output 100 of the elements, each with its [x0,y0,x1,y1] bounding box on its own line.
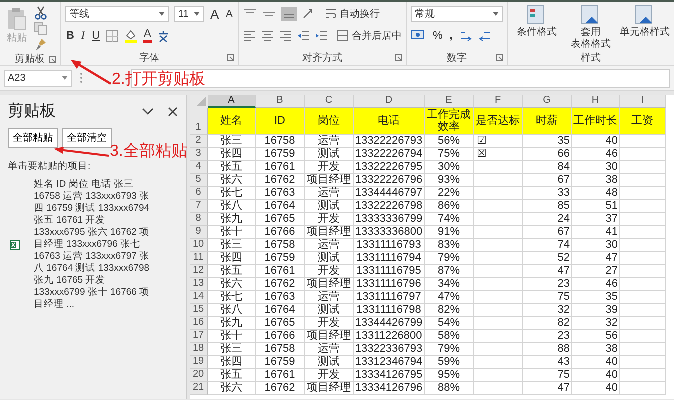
table-cell [474,252,523,265]
table-cell: 40 [572,135,620,148]
row-header[interactable]: 6 [190,187,208,200]
table-cell: 30% [425,161,474,174]
column-header[interactable]: E [425,95,474,108]
name-box[interactable]: A23 [4,70,72,86]
table-cell: 运营 [305,135,354,148]
launcher-icon[interactable] [226,54,234,61]
column-header[interactable]: H [572,95,620,108]
accounting-icon[interactable] [411,30,427,42]
column-header[interactable]: C [305,95,354,108]
row-header[interactable]: 5 [190,174,208,187]
shrink-font-button[interactable]: A [225,8,234,20]
header-cell: 岗位 [305,108,354,135]
table-cell [474,200,523,213]
table-cell: 83% [425,239,474,252]
launcher-icon[interactable] [49,56,56,63]
row-header[interactable]: 8 [190,213,208,226]
row-header[interactable]: 17 [190,330,208,343]
increase-decimal-icon[interactable] [458,30,473,42]
table-cell: 16761 [256,265,305,278]
table-cell: 47% [425,291,474,304]
style-button[interactable]: 单元格样式 [620,5,670,39]
pane-button[interactable]: 全部清空 [62,128,112,148]
row-header[interactable]: 3 [190,148,208,161]
pane-button[interactable]: 全部粘贴 [8,128,58,148]
column-header[interactable]: B [256,95,305,108]
row-header[interactable]: 7 [190,200,208,213]
phonetic-icon[interactable] [157,30,170,42]
row-header[interactable]: 16 [190,317,208,330]
group-label: 对齐方式 [302,52,342,64]
align-center-icon[interactable] [260,30,274,42]
align-left-icon[interactable] [242,30,256,42]
number-format-dropdown[interactable]: 常规 [411,6,503,22]
close-icon[interactable] [168,106,178,116]
align-right-icon[interactable] [278,30,292,42]
font-size-dropdown[interactable]: 11 [174,6,204,22]
border-icon[interactable] [106,30,120,42]
table-cell: 93% [425,174,474,187]
style-button[interactable]: 套用 表格格式 [566,5,616,51]
row-header[interactable]: 1 [190,108,208,135]
row-header[interactable]: 19 [190,356,208,369]
table-cell [474,304,523,317]
launcher-icon[interactable] [395,54,402,61]
table-cell: 23 [523,330,572,343]
table-cell: 34% [425,278,474,291]
style-button[interactable]: 条件格式 [512,5,562,39]
bold-button[interactable]: B [65,30,76,42]
table-cell: 47 [572,252,620,265]
row-header[interactable]: 9 [190,226,208,239]
table-cell: 22% [425,187,474,200]
table-cell: 30 [572,161,620,174]
underline-button[interactable]: U [91,30,102,42]
row-header[interactable]: 14 [190,291,208,304]
row-header[interactable]: 18 [190,343,208,356]
more-icon[interactable] [80,72,83,84]
wrap-text-button[interactable]: 自动换行 [324,7,380,21]
font-color-button[interactable]: A [143,29,152,43]
column-header[interactable]: A [208,95,256,108]
chevron-icon[interactable] [142,108,154,116]
column-header[interactable]: D [354,95,425,108]
table-cell [620,213,666,226]
table-cell: 16766 [256,330,305,343]
table-cell [474,213,523,226]
merge-center-button[interactable]: 合并后居中 [336,29,402,43]
clipboard-item[interactable]: 姓名 ID 岗位 电话 张三 16758 运营 133xxx6793 张四 16759 测试 133xxx6794 张五 16761 开发 133xxx6795 张六 16762 项目经理 133xxx6796 张七 16763 运营 133xxx6797 张八 16764 测试 133xxx6798 张九 16765 开发 133xxx6799 张十 16766 项目经理 ... [34,179,152,311]
grow-font-button[interactable]: A [209,6,220,22]
decrease-decimal-icon[interactable] [478,30,492,42]
table-cell: 测试 [305,356,354,369]
row-header[interactable]: 12 [190,265,208,278]
row-header[interactable]: 21 [190,382,208,395]
table-cell: 47 [523,382,572,395]
wrap-text-icon [324,8,337,20]
percent-button[interactable]: % [432,30,444,42]
column-header[interactable]: G [523,95,572,108]
decrease-indent-icon[interactable] [296,30,310,42]
font-name-dropdown[interactable]: 等线 [65,6,170,22]
table-cell [620,382,666,395]
table-cell: 16762 [256,174,305,187]
comma-button[interactable]: , [448,30,454,42]
table-cell: 测试 [305,148,354,161]
row-header[interactable]: 20 [190,369,208,382]
launcher-icon[interactable] [496,54,503,61]
row-header[interactable]: 2 [190,135,208,148]
caret-icon [62,76,68,80]
row-header[interactable]: 10 [190,239,208,252]
pane-title: 剪贴板 [8,102,57,122]
scissors-icon[interactable] [34,6,48,20]
table-cell: 16759 [256,356,305,369]
align-bottom-icon[interactable] [280,7,297,21]
italic-button[interactable]: I [80,30,86,42]
row-header[interactable]: 4 [190,161,208,174]
brush-icon[interactable] [34,38,48,52]
column-header[interactable]: I [620,95,666,108]
column-header[interactable]: F [474,95,523,108]
increase-indent-icon[interactable] [314,30,328,42]
row-header[interactable]: 15 [190,304,208,317]
row-header[interactable]: 11 [190,252,208,265]
row-header[interactable]: 13 [190,278,208,291]
fill-color-icon[interactable] [124,29,138,43]
